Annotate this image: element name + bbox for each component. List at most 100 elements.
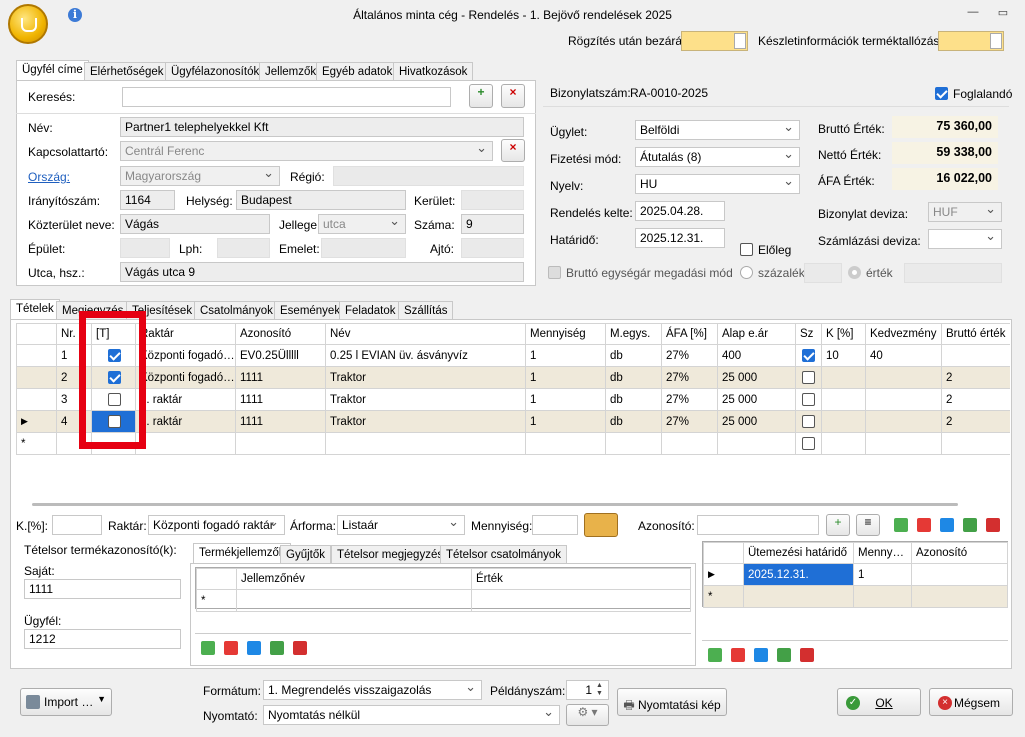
delete-prop-icon[interactable] xyxy=(224,641,238,655)
deadline-field[interactable]: 2025.12.31. xyxy=(635,228,725,248)
add-item-icon[interactable]: + xyxy=(826,514,850,536)
sz-checkbox[interactable] xyxy=(802,393,815,406)
ok-button[interactable]: ✓ OK xyxy=(837,688,921,716)
col-discount[interactable]: Kedvezmény xyxy=(865,323,942,345)
sz-checkbox[interactable] xyxy=(802,437,815,450)
approve-row-icon[interactable] xyxy=(963,518,977,532)
advance-checkbox[interactable] xyxy=(740,243,753,256)
tab-customer-address[interactable]: Ügyfél címe xyxy=(16,60,89,82)
tab-items[interactable]: Tételek xyxy=(10,299,60,321)
cancel-button[interactable]: × Mégsem xyxy=(929,688,1013,716)
minimize-icon[interactable]: — xyxy=(964,6,982,22)
street-type-select[interactable]: utca xyxy=(318,214,406,234)
client-field[interactable]: 1212 xyxy=(24,629,181,649)
tab-properties[interactable]: Jellemzők xyxy=(259,62,323,82)
tab-contacts[interactable]: Elérhetőségek xyxy=(84,62,170,82)
warehouse-select[interactable]: Központi fogadó raktár xyxy=(148,515,285,535)
zip-field[interactable]: 1164 xyxy=(120,190,175,210)
country-select[interactable]: Magyarország xyxy=(120,166,280,186)
percent-radio[interactable] xyxy=(740,266,753,279)
stepper-arrows-icon[interactable]: ▲ ▼ xyxy=(596,682,603,698)
tab-references[interactable]: Hivatkozások xyxy=(393,62,474,82)
percent-field[interactable] xyxy=(804,263,842,283)
edit-row-icon[interactable] xyxy=(940,518,954,532)
cancel-row-icon[interactable] xyxy=(986,518,1000,532)
qty-field[interactable] xyxy=(532,515,578,535)
col-sched-qty[interactable]: Menny… xyxy=(853,542,912,564)
tab-line-notes[interactable]: Tételsor megjegyzés xyxy=(331,545,450,565)
district-field[interactable] xyxy=(461,190,524,210)
tab-shipping[interactable]: Szállítás xyxy=(398,301,454,321)
table-row[interactable]: 1 Központi fogadó… EV0.25Ülllll 0.25 l E… xyxy=(16,344,1010,367)
city-field[interactable]: Budapest xyxy=(236,190,406,210)
remove-customer-button[interactable]: × xyxy=(501,84,525,108)
currency-select[interactable]: HUF xyxy=(928,202,1002,222)
horizontal-scrollbar[interactable] xyxy=(32,503,958,506)
sz-checkbox[interactable] xyxy=(802,349,815,362)
tab-line-attachments[interactable]: Tételsor csatolmányok xyxy=(440,545,568,565)
payment-select[interactable]: Átutalás (8) xyxy=(635,147,800,167)
building-field[interactable] xyxy=(120,238,170,258)
inv-currency-select[interactable] xyxy=(928,229,1002,249)
tab-tasks[interactable]: Feladatok xyxy=(339,301,402,321)
stair-field[interactable] xyxy=(217,238,270,258)
contact-select[interactable]: Centrál Ferenc xyxy=(120,141,493,161)
col-sched-id[interactable]: Azonosító xyxy=(911,542,1008,564)
sz-checkbox[interactable] xyxy=(802,415,815,428)
table-row[interactable]: 2 Központi fogadó… 1111 Traktor 1 db 27%… xyxy=(16,366,1010,389)
value-radio[interactable] xyxy=(848,266,861,279)
col-warehouse[interactable]: Raktár xyxy=(135,323,236,345)
price-form-select[interactable]: Listaár xyxy=(337,515,465,535)
col-gross[interactable]: Bruttó érték xyxy=(941,323,1010,345)
order-date-field[interactable]: 2025.04.28. xyxy=(635,201,725,221)
delete-row-icon[interactable] xyxy=(917,518,931,532)
k-field[interactable] xyxy=(52,515,102,535)
country-link[interactable]: Ország: xyxy=(28,170,70,184)
cancel-prop-icon[interactable] xyxy=(293,641,307,655)
printer-select[interactable]: Nyomtatás nélkül xyxy=(263,705,560,725)
col-price[interactable]: Alap e.ár xyxy=(717,323,796,345)
box-icon[interactable] xyxy=(584,513,618,537)
list-icon[interactable]: ≡ xyxy=(856,514,880,536)
col-sched-date[interactable]: Ütemezési határidő xyxy=(743,542,854,564)
col-vat[interactable]: ÁFA [%] xyxy=(661,323,718,345)
tab-attachments[interactable]: Csatolmányok xyxy=(194,301,279,321)
col-name[interactable]: Név xyxy=(325,323,526,345)
add-prop-icon[interactable] xyxy=(201,641,215,655)
col-unit[interactable]: M.egys. xyxy=(605,323,662,345)
add-schedule-icon[interactable] xyxy=(708,648,722,662)
edit-schedule-icon[interactable] xyxy=(754,648,768,662)
number-field[interactable]: 9 xyxy=(461,214,524,234)
street-field[interactable]: Vágás xyxy=(120,214,270,234)
cancel-schedule-icon[interactable] xyxy=(800,648,814,662)
identifier-field[interactable] xyxy=(697,515,819,535)
format-select[interactable]: 1. Megrendelés visszaigazolás xyxy=(263,680,482,700)
name-field[interactable]: Partner1 telephelyekkel Kft xyxy=(120,117,524,137)
col-id[interactable]: Azonosító xyxy=(235,323,326,345)
col-k[interactable]: K [%] xyxy=(821,323,866,345)
remove-contact-button[interactable]: × xyxy=(501,139,525,162)
tab-product-props[interactable]: Termékjellemzők xyxy=(193,543,291,563)
import-button[interactable]: Import … ▼ xyxy=(20,688,112,716)
add-row-icon[interactable] xyxy=(894,518,908,532)
tab-collectors[interactable]: Gyűjtők xyxy=(280,545,331,565)
table-row[interactable]: ▶ 4 5. raktár 1111 Traktor 1 db 27% 25 00… xyxy=(16,410,1010,433)
approve-schedule-icon[interactable] xyxy=(777,648,791,662)
table-row[interactable]: 3 5. raktár 1111 Traktor 1 db 27% 25 000… xyxy=(16,388,1010,411)
new-row[interactable]: * xyxy=(196,589,691,612)
language-select[interactable]: HU xyxy=(635,174,800,194)
col-prop-value[interactable]: Érték xyxy=(471,568,691,590)
gross-unit-checkbox[interactable] xyxy=(548,266,561,279)
print-preview-button[interactable]: 🖶 Nyomtatási kép xyxy=(617,688,727,716)
col-sz[interactable]: Sz xyxy=(795,323,822,345)
reserve-checkbox[interactable] xyxy=(935,87,948,100)
search-input[interactable] xyxy=(122,87,451,107)
region-field[interactable] xyxy=(333,166,524,186)
sz-checkbox[interactable] xyxy=(802,371,815,384)
approve-prop-icon[interactable] xyxy=(270,641,284,655)
close-after-toggle[interactable] xyxy=(681,31,748,51)
deal-select[interactable]: Belföldi xyxy=(635,120,800,140)
door-field[interactable] xyxy=(461,238,524,258)
settings-gear-icon[interactable]: ⚙ ▾ xyxy=(566,704,609,726)
tab-customer-ids[interactable]: Ügyfélazonosítók xyxy=(165,62,266,82)
